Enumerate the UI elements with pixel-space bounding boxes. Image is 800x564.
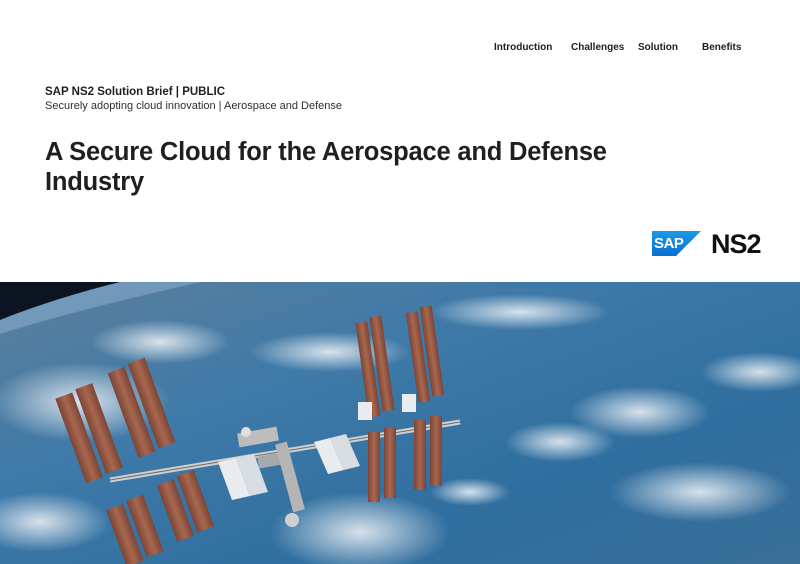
space-station-over-earth-image (0, 282, 800, 564)
partner-logos: SAP NS2 (652, 228, 774, 260)
sap-logo-text: SAP (654, 235, 684, 252)
brief-subtitle: Securely adopting cloud innovation | Aer… (45, 100, 343, 112)
page-title: A Secure Cloud for the Aerospace and Def… (45, 137, 665, 197)
brief-label: SAP NS2 Solution Brief | PUBLIC (45, 86, 225, 98)
hero-image-space-station (0, 282, 800, 564)
sap-logo: SAP (652, 231, 701, 256)
nav-link-solution[interactable]: Solution (638, 42, 678, 53)
page-title-line-1: A Secure Cloud for the Aerospace and Def… (45, 138, 607, 166)
nav-link-introduction[interactable]: Introduction (494, 42, 552, 53)
page-title-line-2: Industry (45, 168, 144, 196)
nav-link-challenges[interactable]: Challenges (571, 42, 624, 53)
top-navigation: Introduction Challenges Solution Benefit… (0, 42, 800, 58)
ns2-logo: NS2 (711, 229, 762, 259)
nav-link-benefits[interactable]: Benefits (702, 42, 741, 53)
